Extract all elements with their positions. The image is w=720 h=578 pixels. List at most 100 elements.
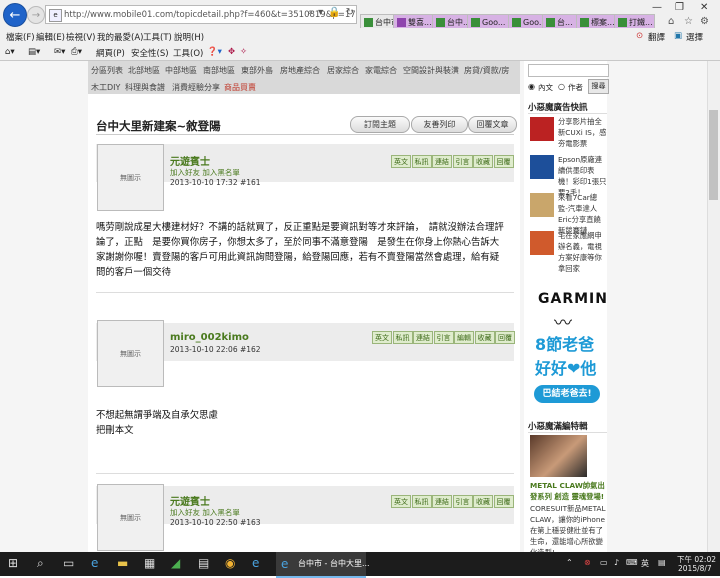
post-action-button[interactable]: 引言 (452, 155, 473, 168)
keyboard-icon[interactable]: ⌨ (626, 558, 638, 567)
antivirus-icon[interactable]: ⊗ (584, 558, 591, 567)
home-icon[interactable]: ⌂ (668, 16, 674, 27)
app-2-icon[interactable]: ▤ (198, 556, 209, 570)
print-friendly-button[interactable]: 友善列印 (411, 116, 468, 133)
ad-thumbnail[interactable] (530, 117, 554, 141)
forward-button[interactable]: → (27, 6, 45, 24)
browser-tab[interactable]: 標案... (576, 14, 618, 29)
file-explorer-icon[interactable]: ▬ (117, 556, 128, 570)
post-action-button[interactable]: 編輯 (454, 331, 474, 344)
favorites-star-icon[interactable]: ☆ (684, 16, 693, 27)
post-action-button[interactable]: 連結 (432, 155, 452, 168)
garmin-ad[interactable]: GARMIN 〰 8節老爸 好好❤他 巴結老爸去! (526, 285, 607, 417)
avatar[interactable]: 無圖示 (97, 144, 164, 211)
post-action-button[interactable]: 收藏 (473, 495, 493, 508)
translate-button[interactable]: 翻譯 (648, 31, 665, 43)
dropdown-icon[interactable]: ▾ (318, 7, 323, 18)
search-icon[interactable]: ⌕ (37, 556, 44, 571)
subnav-item[interactable]: 北部地區 (128, 65, 160, 76)
print-icon[interactable]: ⎙▾ (71, 47, 82, 57)
notification-icon[interactable]: ▤ (658, 558, 666, 567)
subnav-item[interactable]: 家電綜合 (365, 65, 397, 76)
post-action-button[interactable]: 收藏 (474, 331, 495, 344)
browser-tab[interactable]: 台... (542, 14, 580, 29)
ime-indicator[interactable]: 英 (641, 558, 649, 569)
post-action-button[interactable]: 私訊 (411, 155, 432, 168)
sidebar-search-input[interactable] (528, 64, 609, 77)
post-action-button[interactable]: 私訊 (392, 331, 413, 344)
tools-menu[interactable]: 工具(O) (173, 47, 203, 59)
network-icon[interactable]: ▭ (600, 558, 608, 567)
subnav-item-active[interactable]: 商品買賣 (224, 82, 256, 93)
mail-icon[interactable]: ✉▾ (54, 47, 65, 57)
post-action-button[interactable]: 英文 (391, 155, 411, 168)
post-action-button[interactable]: 回覆 (493, 155, 514, 168)
windows-start-icon[interactable]: ⊞ (8, 556, 18, 570)
garmin-cta-button[interactable]: 巴結老爸去! (534, 385, 600, 403)
post-action-button[interactable]: 引言 (433, 331, 454, 344)
menu-edit[interactable]: 編輯(E) (36, 31, 65, 43)
browser-tab[interactable]: 打鐵... (614, 14, 655, 29)
post-action-button[interactable]: 英文 (372, 331, 392, 344)
post-action-button[interactable]: 連結 (413, 331, 433, 344)
post-user-links[interactable]: 加入好友 加入黑名單 (170, 167, 240, 178)
subnav-item[interactable]: 中部地區 (165, 65, 197, 76)
task-view-icon[interactable]: ▭ (63, 556, 74, 570)
maximize-icon[interactable]: ❐ (675, 2, 684, 13)
search-opt-author-radio[interactable]: ○ (558, 82, 565, 91)
menu-view[interactable]: 檢視(V) (66, 31, 95, 43)
browser-tab[interactable]: Goo... (508, 14, 546, 29)
menu-help[interactable]: 說明(H) (174, 31, 204, 43)
ie-icon[interactable]: e (252, 556, 259, 570)
clock-date[interactable]: 2015/8/7 (678, 564, 712, 573)
subnav-item[interactable]: 房貸/資款/房 (464, 65, 509, 76)
chevron-up-icon[interactable]: ⌃ (566, 558, 573, 567)
browser-tab[interactable]: 雙喜... (393, 14, 436, 29)
app-icon[interactable]: ◢ (171, 556, 180, 570)
feeds-icon[interactable]: ▤▾ (28, 47, 40, 57)
gear-icon[interactable]: ⚙ (700, 16, 709, 27)
menu-file[interactable]: 檔案(F) (6, 31, 35, 43)
subnav-item[interactable]: 空間設計與裝潢 (403, 65, 459, 76)
translate-icon[interactable]: ⊙ (636, 31, 643, 41)
subnav-item[interactable]: 消費經驗分享 (172, 82, 220, 93)
search-icon[interactable]: ⌕ (308, 7, 314, 18)
select-icon[interactable]: ▣ (674, 31, 682, 41)
post-username[interactable]: 元遊賓士 (170, 493, 210, 508)
feature-image[interactable] (530, 435, 587, 477)
subnav-item[interactable]: 木工DIY (91, 82, 120, 93)
close-icon[interactable]: ✕ (700, 2, 708, 13)
ad-link[interactable]: 宅在家應網申辦名義，電視方案好康等你拿回家 (558, 230, 607, 274)
avatar[interactable]: 無圖示 (97, 484, 164, 551)
addon-icon[interactable]: ✥ (228, 47, 235, 57)
browser-tab[interactable]: Goo... (467, 14, 512, 29)
ad-thumbnail[interactable] (530, 193, 554, 217)
subnav-item[interactable]: 分區列表 (91, 65, 123, 76)
minimize-icon[interactable]: — (652, 2, 662, 13)
safety-menu[interactable]: 安全性(S) (131, 47, 169, 59)
post-action-button[interactable]: 連結 (432, 495, 452, 508)
subscribe-button[interactable]: 訂閱主題 (350, 116, 410, 133)
menu-tools[interactable]: 工具(T) (143, 31, 172, 43)
ad-thumbnail[interactable] (530, 231, 554, 255)
post-user-links[interactable]: 加入好友 加入黑名單 (170, 507, 240, 518)
scrollbar-thumb[interactable] (709, 110, 718, 200)
volume-icon[interactable]: ♪ (614, 558, 619, 567)
subnav-item[interactable]: 南部地區 (203, 65, 235, 76)
page-menu[interactable]: 網頁(P) (96, 47, 125, 59)
post-action-button[interactable]: 私訊 (411, 495, 432, 508)
search-opt-content-radio[interactable]: ◉ (528, 82, 535, 91)
edge-icon[interactable]: e (91, 556, 98, 570)
sidebar-search-button[interactable]: 搜尋 (588, 79, 609, 94)
browser-tab[interactable]: 台中市 (360, 14, 397, 29)
menu-favorites[interactable]: 我的最愛(A) (97, 31, 143, 43)
addon-2-icon[interactable]: ✧ (240, 47, 247, 57)
back-button[interactable]: ← (3, 3, 27, 27)
ad-thumbnail[interactable] (530, 155, 554, 179)
store-icon[interactable]: ▦ (144, 556, 155, 570)
help-icon[interactable]: ❓▾ (207, 47, 222, 57)
subnav-item[interactable]: 科理與食譜 (125, 82, 165, 93)
browser-tab[interactable]: 台中... (432, 14, 471, 29)
post-username[interactable]: miro_002kimo (170, 332, 249, 343)
post-username[interactable]: 元遊賓士 (170, 153, 210, 168)
